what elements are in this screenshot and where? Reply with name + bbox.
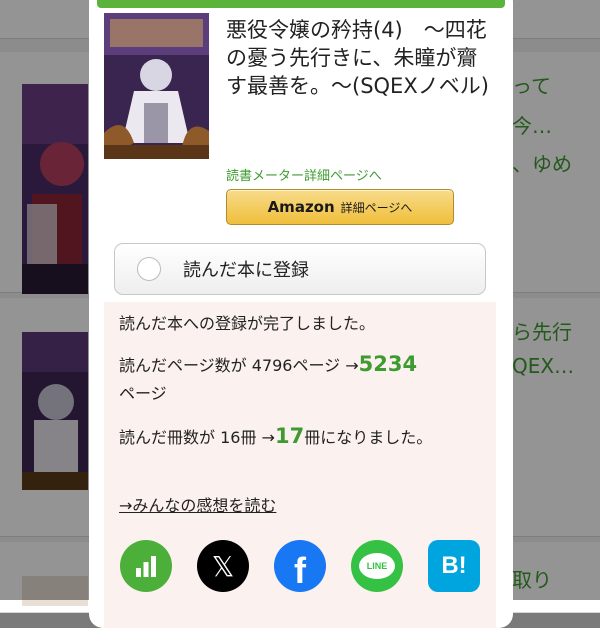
registration-dialog: 悪役令嬢の矜持(4) ～四花の憂う先行きに、朱瞳が齎す最善を。～(SQEXノベル… xyxy=(89,0,513,628)
book-cover[interactable] xyxy=(104,13,209,159)
register-read-button[interactable]: 読んだ本に登録 xyxy=(114,243,486,295)
amazon-detail-button[interactable]: Amazon 詳細ページへ xyxy=(226,189,454,225)
read-feelings-row: →みんなの感想を読む xyxy=(119,492,479,520)
facebook-icon: f xyxy=(294,550,306,591)
x-share-button[interactable]: 𝕏 xyxy=(197,540,249,592)
read-feelings-link[interactable]: →みんなの感想を読む xyxy=(119,496,276,515)
line-share-button[interactable]: LINE xyxy=(351,540,403,592)
amazon-button-label: 詳細ページへ xyxy=(340,200,413,215)
books-read-prefix: 読んだ冊数が 16冊 → xyxy=(119,428,275,447)
completion-message: 読んだ本への登録が完了しました。 xyxy=(119,314,376,333)
radio-circle-icon xyxy=(137,257,161,281)
x-icon: 𝕏 xyxy=(211,549,235,583)
line-icon: LINE xyxy=(359,553,395,579)
bookmeter-share-button[interactable] xyxy=(120,540,172,592)
bookmeter-icon xyxy=(136,556,156,577)
pages-read-prefix: 読んだページ数が 4796ページ → xyxy=(119,356,359,375)
hatena-share-button[interactable]: B! xyxy=(428,540,480,592)
amazon-logo-text: Amazon xyxy=(267,198,335,216)
pages-read-suffix: ページ xyxy=(119,384,167,403)
books-read-new-value: 17 xyxy=(274,424,305,448)
pages-read-new-value: 5234 xyxy=(358,352,418,376)
register-read-label: 読んだ本に登録 xyxy=(183,260,309,281)
detail-page-link[interactable]: 読書メーター詳細ページへ xyxy=(226,165,382,184)
dialog-top-bar xyxy=(97,0,505,8)
book-title: 悪役令嬢の矜持(4) ～四花の憂う先行きに、朱瞳が齎す最善を。～(SQEXノベル… xyxy=(226,18,489,98)
books-read-message: 読んだ冊数が 16冊 →17冊になりました。 xyxy=(119,422,479,452)
pages-read-message: 読んだページ数が 4796ページ →5234 ページ xyxy=(119,350,479,408)
facebook-share-button[interactable]: f xyxy=(274,540,326,592)
hatena-bookmark-icon: B! xyxy=(441,552,467,579)
books-read-suffix: 冊になりました。 xyxy=(304,428,433,447)
